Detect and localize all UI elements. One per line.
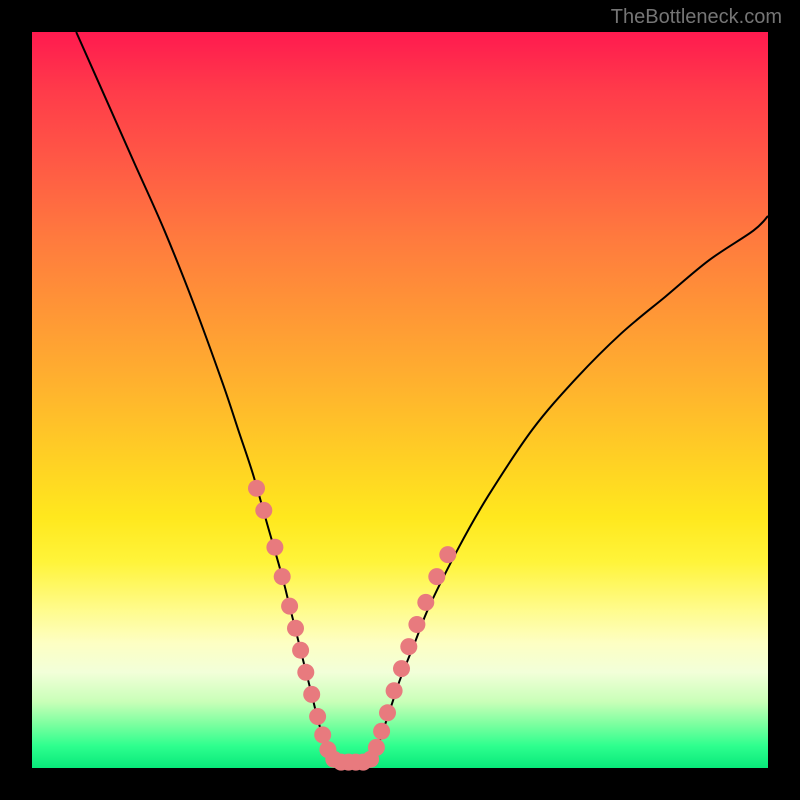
marker-dot xyxy=(281,598,298,615)
watermark-text: TheBottleneck.com xyxy=(611,6,782,29)
marker-dot xyxy=(309,708,326,725)
marker-dot xyxy=(368,739,385,756)
marker-dot xyxy=(248,480,265,497)
chart-frame: TheBottleneck.com xyxy=(0,0,800,800)
marker-dot xyxy=(303,686,320,703)
marker-dot xyxy=(373,723,390,740)
marker-dot xyxy=(386,682,403,699)
marker-dots-group xyxy=(248,480,456,771)
marker-dot xyxy=(400,638,417,655)
marker-dot xyxy=(439,546,456,563)
marker-dot xyxy=(287,620,304,637)
marker-dot xyxy=(408,616,425,633)
marker-dot xyxy=(292,642,309,659)
marker-dot xyxy=(297,664,314,681)
curve-group xyxy=(76,32,768,764)
marker-dot xyxy=(314,726,331,743)
marker-dot xyxy=(266,539,283,556)
marker-dot xyxy=(428,568,445,585)
marker-dot xyxy=(393,660,410,677)
marker-dot xyxy=(255,502,272,519)
chart-svg xyxy=(32,32,768,768)
marker-dot xyxy=(274,568,291,585)
marker-dot xyxy=(379,704,396,721)
right-branch-curve xyxy=(371,216,768,761)
marker-dot xyxy=(417,594,434,611)
